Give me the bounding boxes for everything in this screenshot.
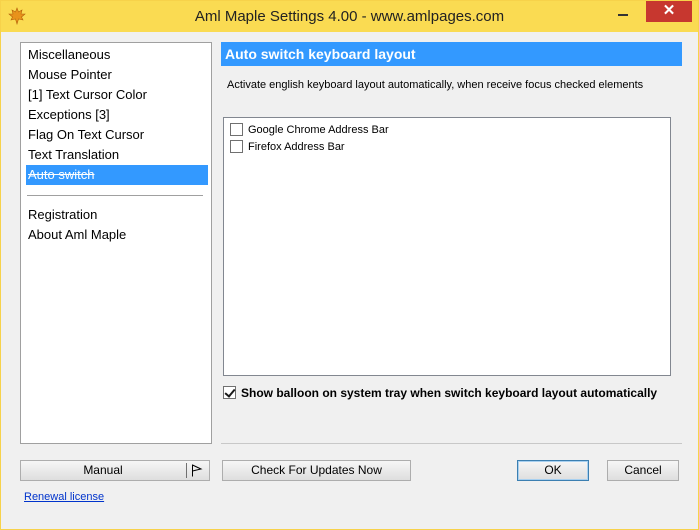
firefox-address-bar-checkbox[interactable] (230, 140, 243, 153)
footer-divider (221, 443, 682, 444)
list-item-label: Google Chrome Address Bar (248, 123, 389, 136)
nav-item-registration[interactable]: Registration (26, 205, 208, 225)
manual-button[interactable]: Manual (20, 460, 210, 481)
balloon-option[interactable]: Show balloon on system tray when switch … (223, 384, 657, 401)
list-item-label: Firefox Address Bar (248, 140, 345, 153)
show-balloon-checkbox[interactable] (223, 386, 236, 399)
nav-divider (27, 195, 203, 196)
list-item[interactable]: Google Chrome Address Bar (230, 121, 389, 138)
nav-item-mouse-pointer[interactable]: Mouse Pointer (26, 65, 208, 85)
nav-item-text-translation[interactable]: Text Translation (26, 145, 208, 165)
nav-item-flag-on-text-cursor[interactable]: Flag On Text Cursor (26, 125, 208, 145)
minimize-button[interactable] (610, 3, 636, 23)
manual-button-label: Manual (83, 463, 123, 477)
cancel-button[interactable]: Cancel (607, 460, 679, 481)
close-button[interactable]: ✕ (646, 1, 692, 22)
nav-item-exceptions[interactable]: Exceptions [3] (26, 105, 208, 125)
list-item[interactable]: Firefox Address Bar (230, 138, 345, 155)
section-description: Activate english keyboard layout automat… (227, 79, 644, 91)
content-panel: Auto switch keyboard layout Activate eng… (221, 42, 682, 444)
nav-item-auto-switch[interactable]: Auto switch (26, 165, 208, 185)
window-title: Aml Maple Settings 4.00 - www.amlpages.c… (194, 8, 505, 25)
nav-item-miscellaneous[interactable]: Miscellaneous (26, 45, 208, 65)
flag-icon[interactable] (191, 464, 203, 477)
chrome-address-bar-checkbox[interactable] (230, 123, 243, 136)
nav-item-about[interactable]: About Aml Maple (26, 225, 208, 245)
check-updates-button[interactable]: Check For Updates Now (222, 460, 411, 481)
ok-button[interactable]: OK (517, 460, 589, 481)
split-divider (186, 463, 187, 478)
nav-item-text-cursor-color[interactable]: [1] Text Cursor Color (26, 85, 208, 105)
elements-list[interactable]: Google Chrome Address Bar Firefox Addres… (223, 117, 671, 376)
renewal-license-link[interactable]: Renewal license (24, 491, 104, 503)
show-balloon-label: Show balloon on system tray when switch … (241, 385, 658, 400)
section-header: Auto switch keyboard layout (221, 42, 682, 66)
settings-nav: Miscellaneous Mouse Pointer [1] Text Cur… (20, 42, 212, 444)
settings-window: Aml Maple Settings 4.00 - www.amlpages.c… (0, 0, 699, 530)
title-bar[interactable]: Aml Maple Settings 4.00 - www.amlpages.c… (1, 1, 698, 32)
close-icon: ✕ (662, 2, 676, 19)
